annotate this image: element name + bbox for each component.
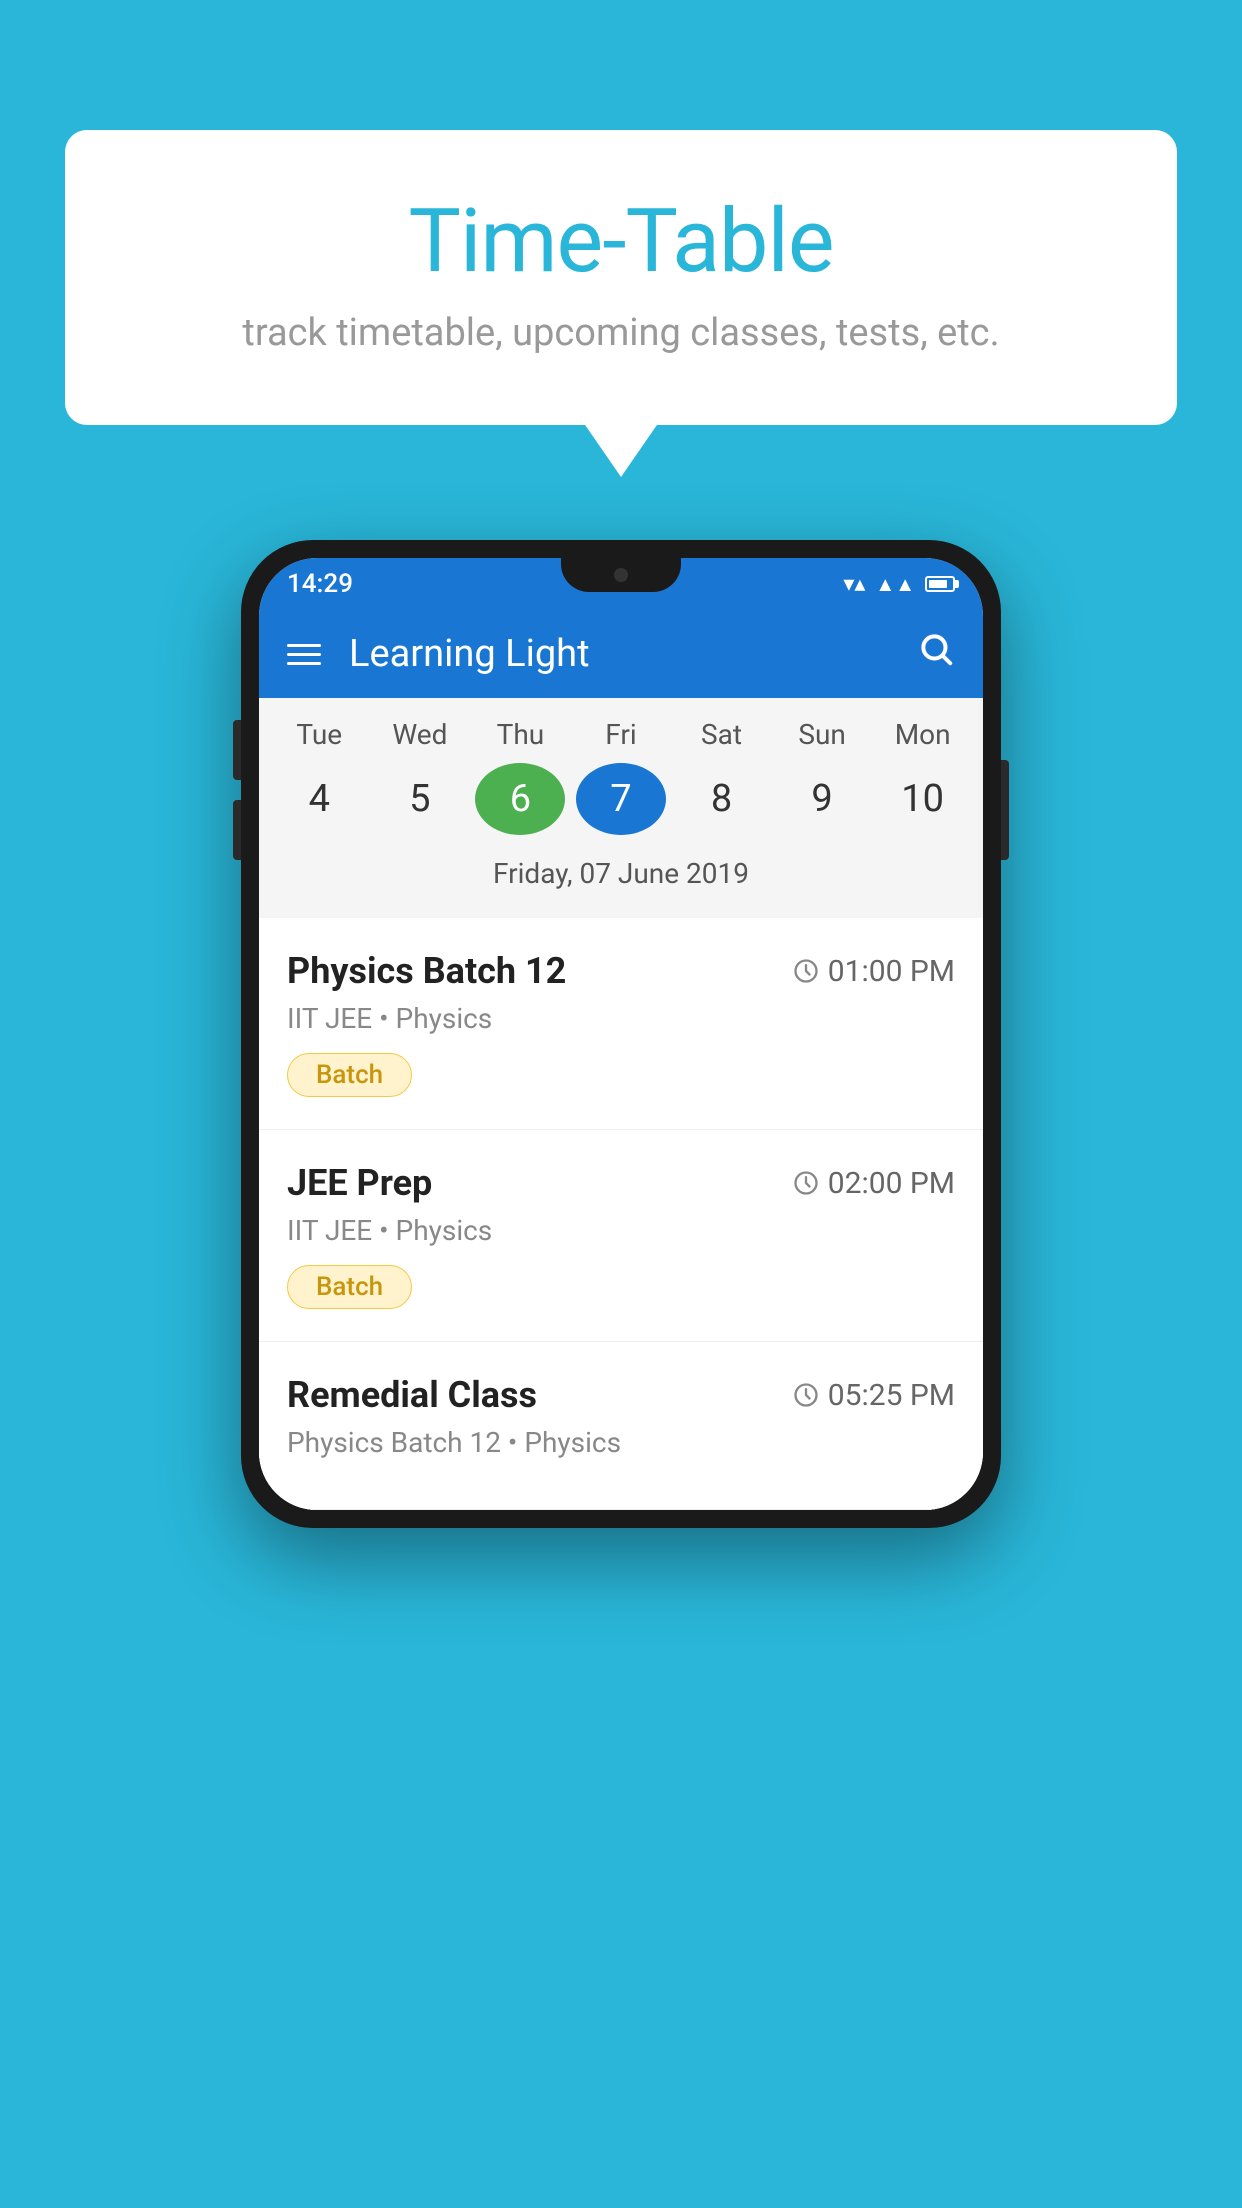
class-item-3-header: Remedial Class 05:25 PM (287, 1374, 955, 1416)
search-button[interactable] (917, 630, 955, 679)
phone-mockup: 14:29 ▾▴ ▲▲ Learning Light (241, 540, 1001, 1528)
status-time: 14:29 (287, 569, 353, 599)
selected-date-label: Friday, 07 June 2019 (259, 849, 983, 908)
battery-icon (925, 576, 955, 592)
class-time-3: 05:25 PM (792, 1378, 955, 1413)
menu-line (287, 662, 321, 665)
class-time-2: 02:00 PM (792, 1166, 955, 1201)
day-4[interactable]: 4 (274, 763, 364, 835)
day-header-mon: Mon (878, 718, 968, 751)
day-header-wed: Wed (375, 718, 465, 751)
day-9[interactable]: 9 (777, 763, 867, 835)
batch-badge-2: Batch (287, 1265, 412, 1309)
class-name-1: Physics Batch 12 (287, 950, 566, 992)
day-5[interactable]: 5 (375, 763, 465, 835)
day-header-thu: Thu (475, 718, 565, 751)
bubble-title: Time-Table (145, 190, 1097, 293)
class-name-3: Remedial Class (287, 1374, 537, 1416)
notch (561, 558, 681, 592)
app-title: Learning Light (349, 632, 917, 676)
day-8[interactable]: 8 (677, 763, 767, 835)
day-header-tue: Tue (274, 718, 364, 751)
day-6-today[interactable]: 6 (475, 763, 565, 835)
class-item-physics-batch-12[interactable]: Physics Batch 12 01:00 PM IIT JEE • Phys… (259, 918, 983, 1130)
time-text-1: 01:00 PM (828, 954, 955, 989)
day-header-sat: Sat (677, 718, 767, 751)
volume-button-2 (233, 800, 241, 860)
volume-button-1 (233, 720, 241, 780)
day-7-selected[interactable]: 7 (576, 763, 666, 835)
day-headers: Tue Wed Thu Fri Sat Sun Mon (259, 718, 983, 751)
status-bar: 14:29 ▾▴ ▲▲ (259, 558, 983, 610)
day-header-sun: Sun (777, 718, 867, 751)
battery-fill (929, 580, 947, 588)
class-item-remedial[interactable]: Remedial Class 05:25 PM Physics Batch 12… (259, 1342, 983, 1510)
status-icons: ▾▴ ▲▲ (843, 572, 955, 597)
app-bar: Learning Light (259, 610, 983, 698)
speech-bubble-container: Time-Table track timetable, upcoming cla… (65, 130, 1177, 425)
class-item-jee-prep[interactable]: JEE Prep 02:00 PM IIT JEE • Physics Batc… (259, 1130, 983, 1342)
class-time-1: 01:00 PM (792, 954, 955, 989)
clock-icon-1 (792, 957, 820, 985)
clock-icon-3 (792, 1381, 820, 1409)
class-meta-3: Physics Batch 12 • Physics (287, 1426, 955, 1459)
clock-icon-2 (792, 1169, 820, 1197)
class-item-2-header: JEE Prep 02:00 PM (287, 1162, 955, 1204)
signal-icon: ▲▲ (875, 572, 915, 597)
phone-screen: 14:29 ▾▴ ▲▲ Learning Light (259, 558, 983, 1510)
speech-bubble: Time-Table track timetable, upcoming cla… (65, 130, 1177, 425)
batch-badge-1: Batch (287, 1053, 412, 1097)
time-text-3: 05:25 PM (828, 1378, 955, 1413)
menu-line (287, 644, 321, 647)
time-text-2: 02:00 PM (828, 1166, 955, 1201)
class-item-1-header: Physics Batch 12 01:00 PM (287, 950, 955, 992)
bubble-subtitle: track timetable, upcoming classes, tests… (145, 311, 1097, 355)
menu-button[interactable] (287, 644, 321, 665)
class-name-2: JEE Prep (287, 1162, 432, 1204)
power-button (1001, 760, 1009, 860)
wifi-icon: ▾▴ (843, 572, 865, 597)
day-numbers: 4 5 6 7 8 9 10 (259, 763, 983, 835)
menu-line (287, 653, 321, 656)
front-camera (614, 568, 628, 582)
calendar-strip: Tue Wed Thu Fri Sat Sun Mon 4 5 6 7 8 9 … (259, 698, 983, 918)
class-meta-1: IIT JEE • Physics (287, 1002, 955, 1035)
class-list: Physics Batch 12 01:00 PM IIT JEE • Phys… (259, 918, 983, 1510)
day-header-fri: Fri (576, 718, 666, 751)
day-10[interactable]: 10 (878, 763, 968, 835)
class-meta-2: IIT JEE • Physics (287, 1214, 955, 1247)
